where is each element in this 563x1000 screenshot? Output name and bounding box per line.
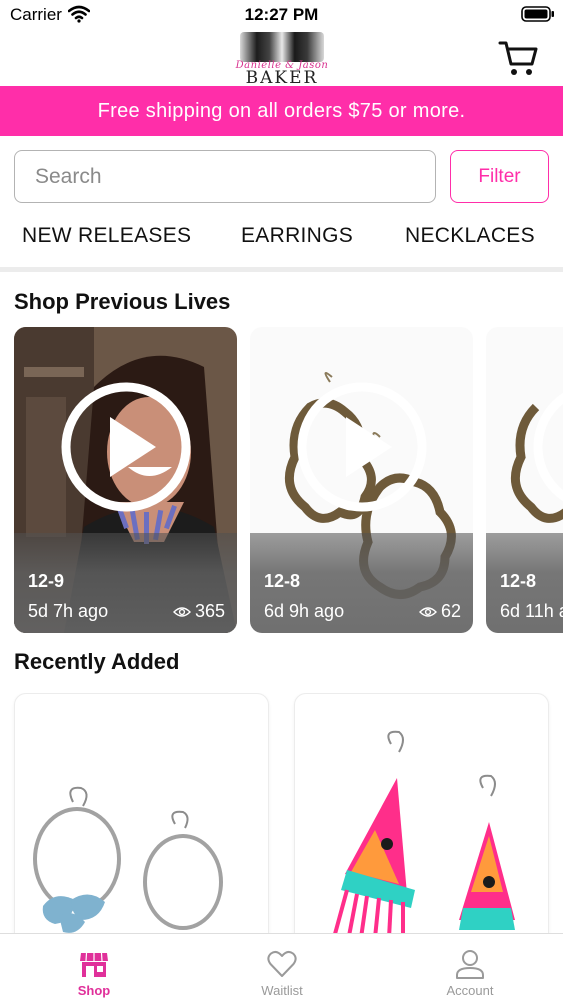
filter-button[interactable]: Filter xyxy=(450,150,549,203)
live-time-ago: 5d 7h ago xyxy=(28,601,109,621)
live-card[interactable]: 12-8 6d 9h ago 62 xyxy=(250,327,473,633)
section-divider xyxy=(0,267,563,272)
product-card[interactable] xyxy=(294,693,549,933)
blue-flower-hoop-earrings-image xyxy=(33,786,223,933)
tab-account[interactable]: Account xyxy=(376,934,563,1000)
live-time-ago: 6d 11h ago xyxy=(500,601,563,621)
category-tab-necklaces[interactable]: NECKLACES xyxy=(405,224,535,248)
live-views-value: 62 xyxy=(440,601,461,621)
search-input[interactable] xyxy=(14,150,436,203)
live-title: 12-9 xyxy=(28,571,65,591)
live-title: 12-8 xyxy=(264,571,301,591)
heart-icon xyxy=(267,950,297,977)
live-card[interactable]: 12-8 6d 11h ago xyxy=(486,327,563,633)
person-icon xyxy=(456,950,484,979)
status-time: 12:27 PM xyxy=(244,5,319,24)
live-views-value: 365 xyxy=(194,601,225,621)
product-card[interactable] xyxy=(14,693,269,933)
logo-surname: BAKER xyxy=(245,68,319,88)
live-view-count: 365 xyxy=(172,601,225,622)
recently-added-title: Recently Added xyxy=(14,649,180,674)
category-tabs: NEW RELEASES EARRINGS NECKLACES xyxy=(0,220,563,256)
play-icon[interactable] xyxy=(530,379,563,515)
brand-logo[interactable]: Danielle & Jason BAKER xyxy=(210,30,354,88)
live-title: 12-8 xyxy=(500,571,537,591)
live-card[interactable]: 12-9 5d 7h ago 365 xyxy=(14,327,237,633)
promo-banner: Free shipping on all orders $75 or more. xyxy=(0,86,563,136)
tab-label: Waitlist xyxy=(261,983,303,998)
recently-added-list[interactable] xyxy=(0,693,563,933)
category-tab-new-releases[interactable]: NEW RELEASES xyxy=(22,224,191,248)
cart-icon[interactable] xyxy=(497,38,539,78)
tab-waitlist[interactable]: Waitlist xyxy=(188,934,376,1000)
category-tab-earrings[interactable]: EARRINGS xyxy=(241,224,353,248)
tab-label: Shop xyxy=(77,983,111,998)
live-time-ago: 6d 9h ago xyxy=(264,601,345,621)
play-icon[interactable] xyxy=(58,379,194,515)
logo-photo xyxy=(240,32,324,62)
previous-lives-carousel[interactable]: 12-9 5d 7h ago 365 12-8 6d 9h ago 62 12-… xyxy=(0,327,563,633)
eye-icon xyxy=(418,606,437,617)
shop-icon xyxy=(80,952,108,977)
tab-label: Account xyxy=(446,983,494,998)
beaded-fringe-earrings-image xyxy=(333,730,515,933)
previous-lives-title: Shop Previous Lives xyxy=(14,289,231,314)
promo-text: Free shipping on all orders $75 or more. xyxy=(97,99,466,122)
status-bar: Carrier 12:27 PM xyxy=(0,0,563,30)
live-view-count: 62 xyxy=(418,601,461,622)
bottom-tab-bar: Shop Waitlist Account xyxy=(0,933,563,1000)
play-icon[interactable] xyxy=(294,379,430,515)
app-header: Danielle & Jason BAKER xyxy=(0,30,563,88)
eye-icon xyxy=(172,606,191,617)
battery-icon xyxy=(521,6,554,22)
tab-shop[interactable]: Shop xyxy=(0,934,188,1000)
